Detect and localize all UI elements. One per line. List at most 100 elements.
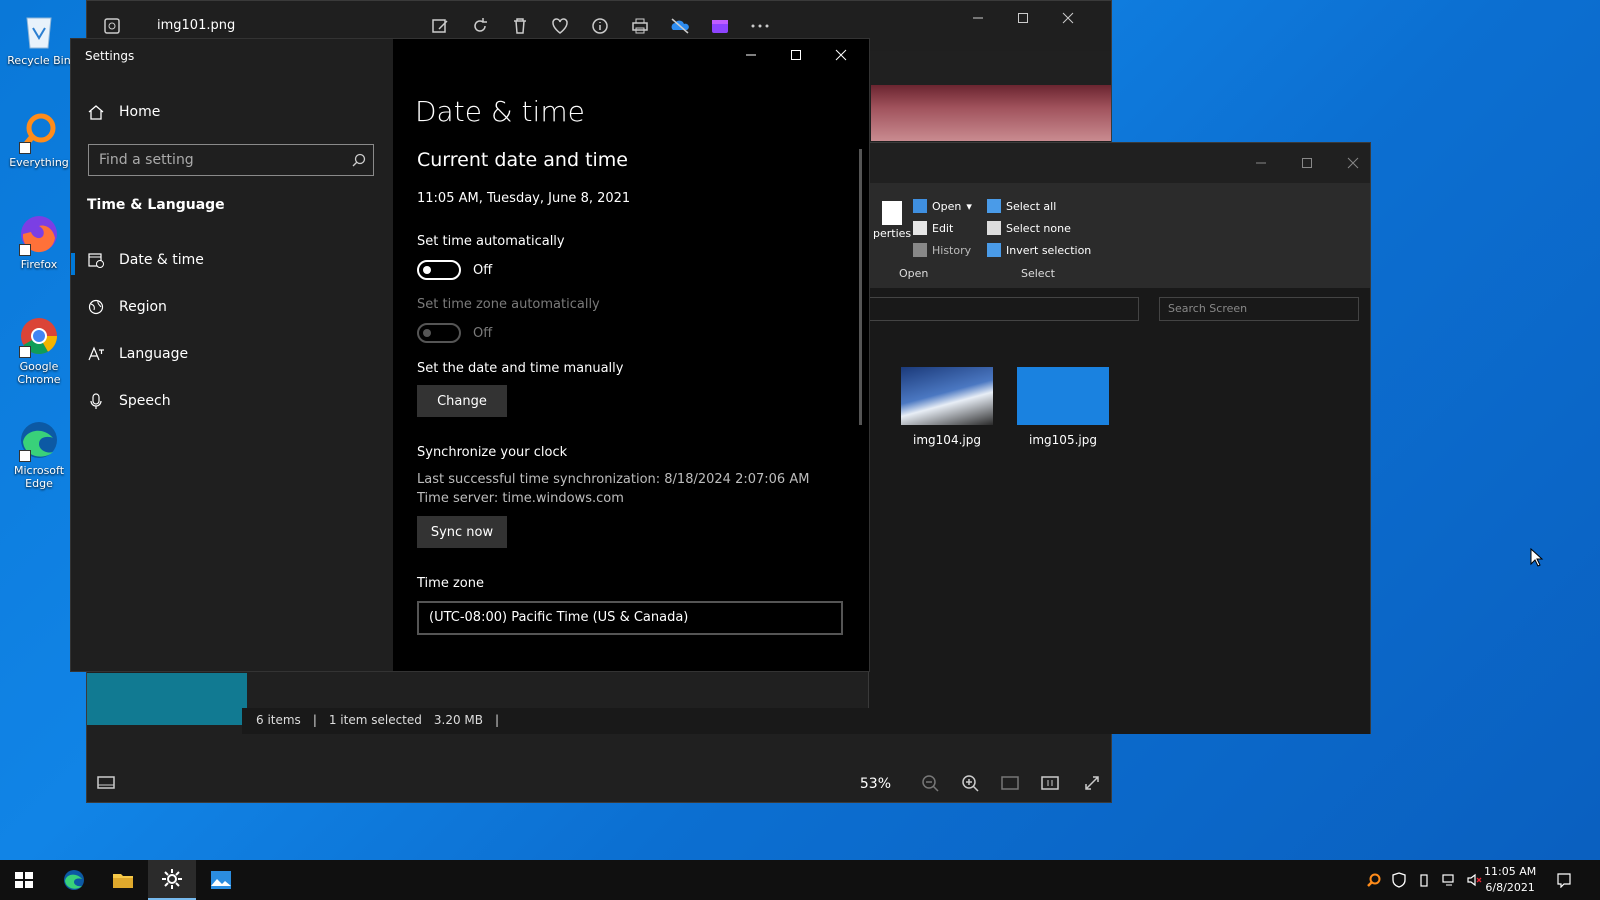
history-icon xyxy=(913,243,927,257)
nav-item-speech[interactable]: Speech xyxy=(87,392,171,410)
zoom-in-icon[interactable] xyxy=(959,772,981,794)
selection-size: 3.20 MB xyxy=(433,713,484,727)
find-a-setting-input[interactable] xyxy=(88,144,374,176)
photos-maximize-button[interactable] xyxy=(1011,6,1035,30)
start-button[interactable] xyxy=(0,860,48,900)
photos-minimize-button[interactable] xyxy=(966,6,990,30)
language-icon xyxy=(87,345,105,363)
history-button[interactable]: History xyxy=(913,243,971,257)
invert-selection-icon xyxy=(987,243,1001,257)
settings-window[interactable]: Settings Home Time & Language Date & tim… xyxy=(70,38,870,672)
zoom-out-icon[interactable] xyxy=(919,772,941,794)
everything-search-icon xyxy=(17,110,61,154)
nav-item-language[interactable]: Language xyxy=(87,345,188,363)
desktop-icon-microsoft-edge[interactable]: Microsoft Edge xyxy=(4,418,74,490)
category-title: Time & Language xyxy=(87,197,225,213)
manual-datetime-label: Set the date and time manually xyxy=(417,361,624,376)
select-all-button[interactable]: Select all xyxy=(987,199,1056,213)
video-editor-icon[interactable] xyxy=(709,15,731,37)
file-item-img105[interactable]: img105.jpg xyxy=(1017,367,1109,447)
more-options-icon[interactable] xyxy=(749,15,771,37)
photo-filmstrip-thumbnail[interactable] xyxy=(87,673,247,725)
settings-sidebar: Settings Home Time & Language Date & tim… xyxy=(71,39,393,671)
edit-button[interactable]: Edit xyxy=(913,221,953,235)
usb-tray-icon[interactable] xyxy=(1416,872,1432,888)
address-bar[interactable] xyxy=(869,297,1139,321)
settings-app-title: Settings xyxy=(85,49,135,63)
explorer-minimize-button[interactable] xyxy=(1249,151,1273,175)
edge-icon xyxy=(64,870,84,890)
fullscreen-icon[interactable] xyxy=(1081,772,1103,794)
properties-button[interactable]: perties xyxy=(873,201,911,240)
explorer-status-bar: 6 items | 1 item selected 3.20 MB | xyxy=(242,708,1370,734)
globe-icon xyxy=(87,298,105,316)
network-tray-icon[interactable] xyxy=(1441,872,1457,888)
edit-create-icon[interactable] xyxy=(429,15,451,37)
settings-content: Date & time Current date and time 11:05 … xyxy=(393,39,871,671)
ribbon-group-select-label: Select xyxy=(1021,267,1055,280)
explorer-close-button[interactable] xyxy=(1341,151,1365,175)
security-tray-icon[interactable] xyxy=(1391,872,1407,888)
print-icon[interactable] xyxy=(629,15,651,37)
file-thumbnail xyxy=(901,367,993,425)
last-sync-text: Last successful time synchronization: 8/… xyxy=(417,472,810,487)
invert-selection-button[interactable]: Invert selection xyxy=(987,243,1091,257)
change-button[interactable]: Change xyxy=(417,385,507,417)
file-item-img104[interactable]: img104.jpg xyxy=(901,367,993,447)
notifications-icon[interactable] xyxy=(1556,872,1572,888)
sync-now-button[interactable]: Sync now xyxy=(417,516,507,548)
volume-muted-icon[interactable] xyxy=(1466,872,1482,888)
section-title: Current date and time xyxy=(417,149,628,171)
taskbar-file-explorer-button[interactable] xyxy=(99,860,147,900)
file-thumbnail xyxy=(1017,367,1109,425)
photos-bottom-bar: 53% xyxy=(87,762,1111,802)
timezone-select[interactable]: (UTC-08:00) Pacific Time (US & Canada) xyxy=(417,601,843,635)
everything-tray-icon[interactable] xyxy=(1366,872,1382,888)
nav-selection-indicator xyxy=(71,253,75,275)
photo-preview xyxy=(871,85,1111,141)
settings-maximize-button[interactable] xyxy=(784,43,808,67)
desktop-icon-firefox[interactable]: Firefox xyxy=(4,212,74,271)
settings-minimize-button[interactable] xyxy=(739,43,763,67)
settings-close-button[interactable] xyxy=(829,43,853,67)
chevron-down-icon: ▾ xyxy=(966,199,972,213)
onedrive-off-icon[interactable] xyxy=(669,15,691,37)
mouse-cursor-icon xyxy=(1530,548,1544,567)
taskbar-settings-button[interactable] xyxy=(148,860,196,900)
calendar-clock-icon xyxy=(87,251,105,269)
delete-icon[interactable] xyxy=(509,15,531,37)
microphone-icon xyxy=(87,392,105,410)
file-explorer-window[interactable]: perties Open ▾ Edit History Select all Se… xyxy=(868,142,1371,734)
timezone-label: Time zone xyxy=(417,576,484,591)
select-all-icon xyxy=(987,199,1001,213)
nav-item-date-time[interactable]: Date & time xyxy=(87,251,204,269)
taskbar-photos-button[interactable] xyxy=(197,860,245,900)
desktop-icon-everything[interactable]: Everything xyxy=(4,110,74,169)
taskbar-clock[interactable]: 11:05 AM 6/8/2021 xyxy=(1484,864,1536,896)
settings-scrollbar[interactable] xyxy=(859,149,862,425)
open-button[interactable]: Open ▾ xyxy=(913,199,972,213)
info-icon[interactable] xyxy=(589,15,611,37)
select-none-button[interactable]: Select none xyxy=(987,221,1071,235)
edge-icon xyxy=(17,418,61,462)
home-icon xyxy=(87,103,105,121)
actual-size-icon[interactable] xyxy=(1039,772,1061,794)
explorer-search-input[interactable]: Search Screen xyxy=(1159,297,1359,321)
set-time-auto-toggle[interactable] xyxy=(417,260,461,280)
filmstrip-icon[interactable] xyxy=(95,772,117,794)
desktop-icon-recycle-bin[interactable]: Recycle Bin xyxy=(4,8,74,67)
desktop-icon-google-chrome[interactable]: Google Chrome xyxy=(4,314,74,386)
fit-to-window-icon[interactable] xyxy=(999,772,1021,794)
nav-item-region[interactable]: Region xyxy=(87,298,167,316)
firefox-icon xyxy=(17,212,61,256)
taskbar-edge-button[interactable] xyxy=(50,860,98,900)
chrome-icon xyxy=(17,314,61,358)
set-tz-auto-toggle[interactable] xyxy=(417,323,461,343)
favorite-heart-icon[interactable] xyxy=(549,15,571,37)
photos-close-button[interactable] xyxy=(1056,6,1080,30)
explorer-maximize-button[interactable] xyxy=(1295,151,1319,175)
set-time-auto-label: Set time automatically xyxy=(417,234,565,249)
rotate-icon[interactable] xyxy=(469,15,491,37)
home-nav-item[interactable]: Home xyxy=(87,103,160,121)
open-icon xyxy=(913,199,927,213)
